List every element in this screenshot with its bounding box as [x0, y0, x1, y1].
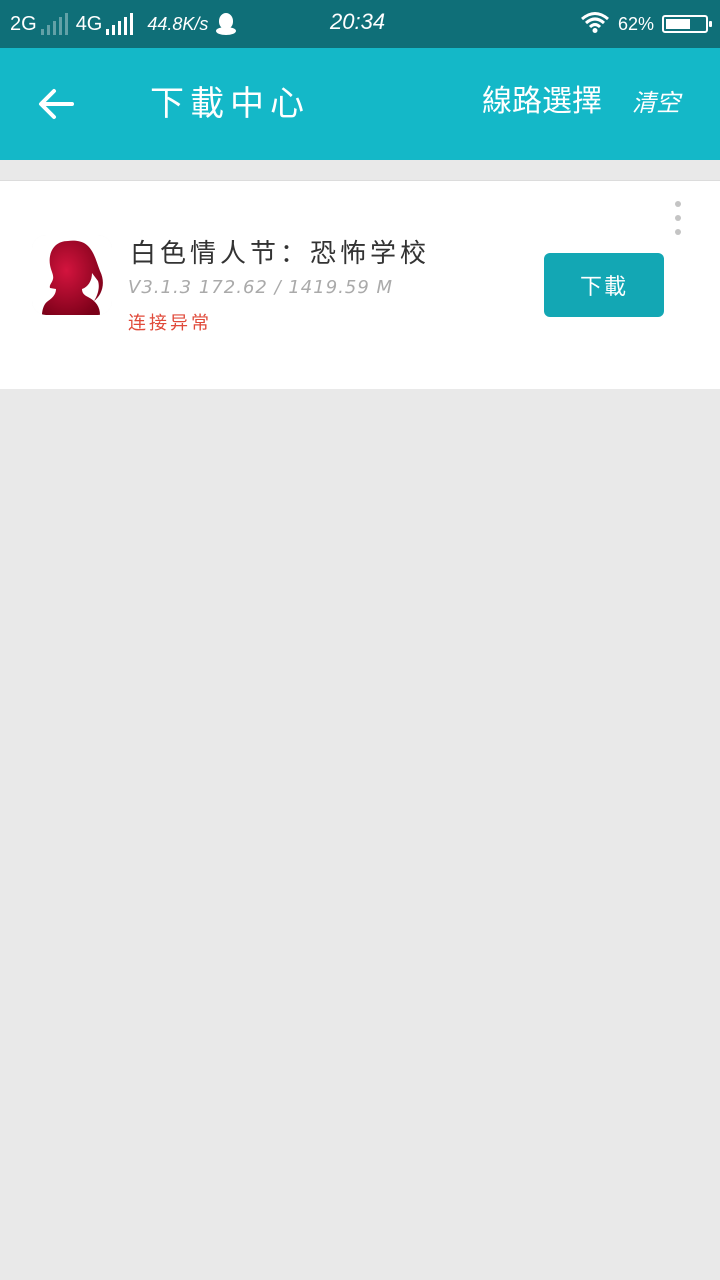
network-speed: 44.8K/s: [147, 13, 209, 34]
network-4g-label: 4G: [75, 12, 103, 35]
page-title: 下載中心: [150, 84, 310, 124]
network-4g: 4G: [76, 13, 134, 36]
download-status: 连接异常: [128, 313, 212, 334]
clear-button[interactable]: 清空: [632, 48, 680, 160]
battery-percent: 62%: [617, 13, 654, 34]
arrow-left-icon: [39, 89, 74, 119]
download-size: 172.62 / 1419.59 M: [198, 277, 394, 298]
app-version: V3.1.3: [128, 277, 193, 298]
status-bar-right: 62%: [580, 0, 712, 48]
signal-bars-icon: [106, 13, 134, 35]
signal-bars-icon: [40, 13, 68, 35]
status-time: 20:34: [330, 9, 386, 34]
girl-silhouette-icon: [32, 235, 112, 315]
download-button[interactable]: 下載: [544, 253, 664, 317]
network-2g-label: 2G: [10, 12, 37, 35]
battery-icon: [662, 15, 712, 33]
app-name: 白色情人节：恐怖学校: [130, 239, 431, 269]
status-bar-left: 2G 4G 44.8K/s: [10, 0, 237, 48]
download-list-item: 白色情人节：恐怖学校 V3.1.3 172.62 / 1419.59 M 连接异…: [0, 180, 720, 389]
network-2g: 2G: [10, 13, 68, 36]
download-progress-text: V3.1.3 172.62 / 1419.59 M: [128, 277, 393, 298]
route-select-button[interactable]: 線路選擇: [482, 48, 602, 160]
qq-penguin-icon: [216, 13, 237, 35]
battery-fill: [666, 19, 690, 29]
status-bar: 2G 4G 44.8K/s 20:34 62%: [0, 0, 720, 48]
more-options-icon[interactable]: [668, 201, 688, 235]
app-bar: 下載中心 線路選擇 清空: [0, 48, 720, 160]
wifi-icon: [580, 11, 610, 38]
back-button[interactable]: [30, 78, 82, 130]
